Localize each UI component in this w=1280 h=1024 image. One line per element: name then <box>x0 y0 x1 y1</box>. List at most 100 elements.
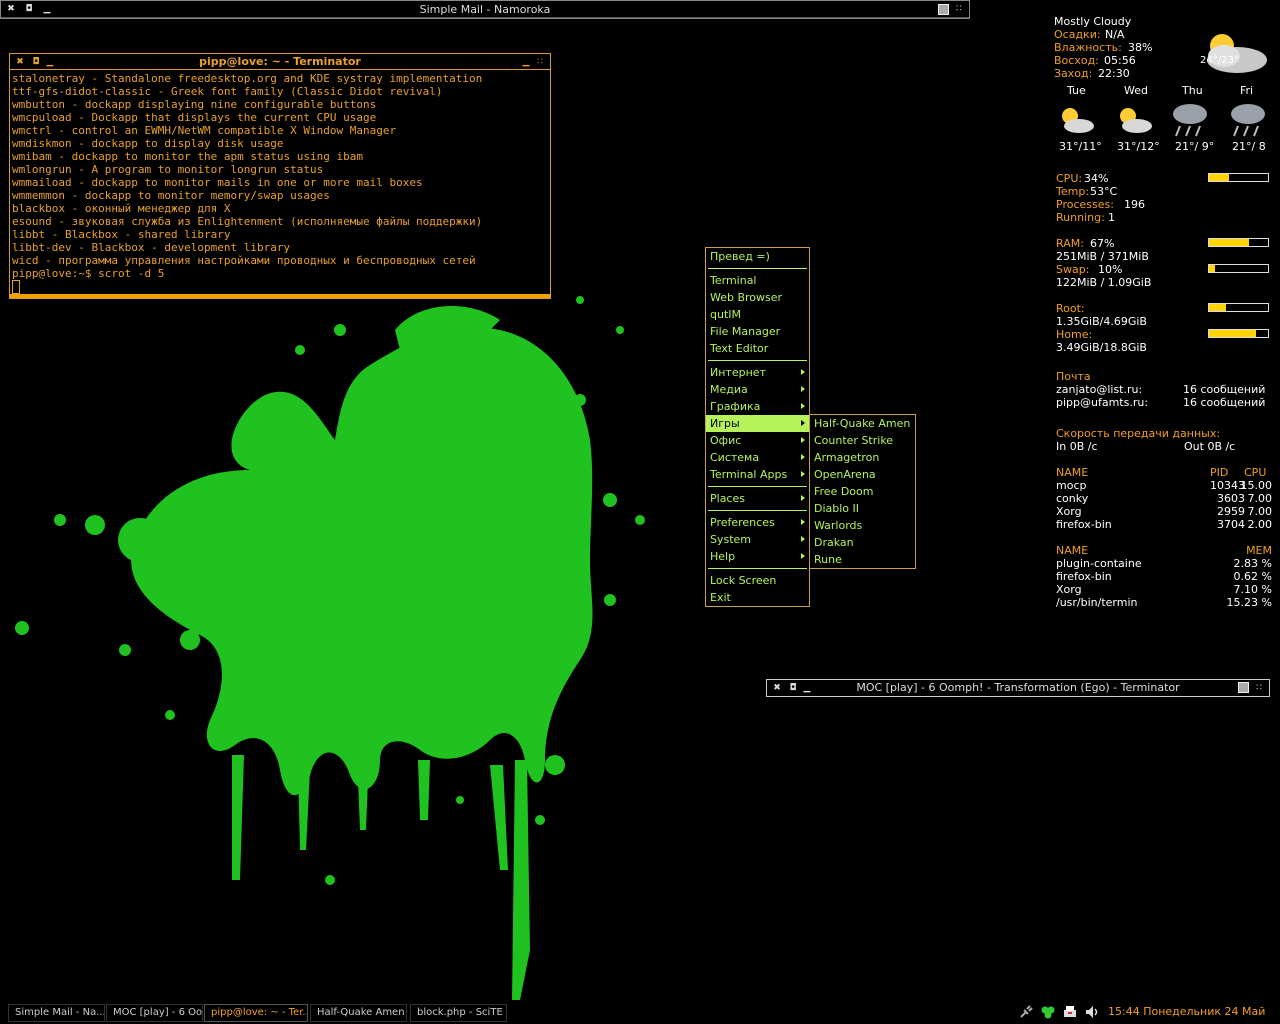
sunset-value: 22:30 <box>1098 67 1130 80</box>
running-label: Running: <box>1056 211 1105 224</box>
ram-bar-fill <box>1209 239 1249 246</box>
menu-item-text-editor[interactable]: Text Editor <box>706 340 809 357</box>
submenu-arrow-icon <box>801 536 805 542</box>
terminal-output[interactable]: stalonetray - Standalone freedesktop.org… <box>10 70 550 296</box>
top-cpu-name: firefox-bin <box>1056 518 1112 531</box>
menu-item-graphics[interactable]: Графика <box>706 398 809 415</box>
restore-icon[interactable]: ◘ <box>787 682 799 694</box>
task-button-moc[interactable]: MOC [play] - 6 Oo... <box>106 1004 203 1022</box>
moc-titlebar[interactable]: ✖ ◘ ▁ MOC [play] - 6 Oomph! - Transforma… <box>767 680 1269 696</box>
humidity-value: 38% <box>1128 41 1153 54</box>
menu-item-places[interactable]: Places <box>706 490 809 507</box>
menu-item-terminal-apps[interactable]: Terminal Apps <box>706 466 809 483</box>
home-bar-fill <box>1209 330 1257 337</box>
clover-icon[interactable] <box>1040 1004 1056 1020</box>
menu-item-lock-screen[interactable]: Lock Screen <box>706 572 809 589</box>
cpu-label: CPU: <box>1056 172 1083 185</box>
menu-item-game[interactable]: Armagetron <box>810 449 915 466</box>
submenu-arrow-icon <box>801 369 805 375</box>
grip-icon[interactable]: ∷ <box>534 56 546 68</box>
top-cpu-pid: 2959 <box>1217 505 1245 518</box>
forecast-temp: 21°/ 8 <box>1232 140 1266 153</box>
task-button-mail[interactable]: Simple Mail - Na... <box>8 1004 105 1022</box>
task-button-half-quake[interactable]: Half-Quake Amen <box>310 1004 407 1022</box>
task-button-scite[interactable]: block.php - SciTE <box>410 1004 507 1022</box>
menu-item-game[interactable]: Half-Quake Amen <box>810 415 915 432</box>
menu-item-label: Places <box>710 492 745 505</box>
menu-item-label: Система <box>710 451 760 464</box>
terminal-scrollbar[interactable] <box>10 294 550 298</box>
menu-item-help[interactable]: Help <box>706 548 809 565</box>
sunset-label: Заход: <box>1054 67 1093 80</box>
submenu-arrow-icon <box>801 403 805 409</box>
mail-window[interactable]: ✖ ◘ ▁ Simple Mail - Namoroka ∷ <box>0 0 970 19</box>
precip-label: Осадки: <box>1054 28 1101 41</box>
close-icon[interactable]: ✖ <box>5 3 17 15</box>
shade-icon[interactable] <box>938 4 949 15</box>
menu-item-game[interactable]: Warlords <box>810 517 915 534</box>
clock[interactable]: 15:44 Понедельник 24 Май <box>1108 1005 1265 1018</box>
top-cpu-value: 15.00 <box>1240 479 1273 492</box>
swap-bar <box>1208 264 1269 273</box>
terminal-cursor-line[interactable] <box>12 280 548 294</box>
home-detail: 3.49GiB/18.8GiB <box>1056 341 1147 354</box>
menu-item-internet[interactable]: Интернет <box>706 364 809 381</box>
processes-label: Processes: <box>1056 198 1114 211</box>
shade-icon[interactable] <box>1238 682 1249 693</box>
minimize-icon[interactable]: ▁ <box>41 3 53 15</box>
menu-item-preferences[interactable]: Preferences <box>706 514 809 531</box>
menu-item-game[interactable]: Counter Strike <box>810 432 915 449</box>
root-menu[interactable]: Превед =) Terminal Web Browser qutIM Fil… <box>705 247 810 607</box>
menu-item-game[interactable]: Diablo II <box>810 500 915 517</box>
menu-item-system[interactable]: System <box>706 531 809 548</box>
games-submenu[interactable]: Half-Quake Amen Counter Strike Armagetro… <box>809 414 916 569</box>
menu-item-label: Help <box>710 550 736 563</box>
restore-icon[interactable]: ◘ <box>23 3 35 15</box>
window-title: Simple Mail - Namoroka <box>419 2 551 16</box>
moc-window[interactable]: ✖ ◘ ▁ MOC [play] - 6 Oomph! - Transforma… <box>766 679 1270 697</box>
terminal-window[interactable]: ✖ ◘ ▁ pipp@love: ~ - Terminator ▁ ∷ stal… <box>9 53 551 299</box>
terminal-line: blackbox - оконный менеджер для X <box>12 202 231 215</box>
minimize-icon[interactable]: ▁ <box>801 682 813 694</box>
menu-item-game[interactable]: Free Doom <box>810 483 915 500</box>
top-mem-name: firefox-bin <box>1056 570 1112 583</box>
printer-icon[interactable] <box>1062 1004 1078 1020</box>
terminal-titlebar[interactable]: ✖ ◘ ▁ pipp@love: ~ - Terminator ▁ ∷ <box>10 54 550 70</box>
top-cpu-value: 2.00 <box>1247 518 1273 531</box>
menu-item-file-manager[interactable]: File Manager <box>706 323 809 340</box>
minimize-icon[interactable]: ▁ <box>44 56 56 68</box>
weather-condition: Mostly Cloudy <box>1054 15 1132 28</box>
menu-item-system-ru[interactable]: Система <box>706 449 809 466</box>
menu-item-web-browser[interactable]: Web Browser <box>706 289 809 306</box>
menu-item-terminal[interactable]: Terminal <box>706 272 809 289</box>
sunrise-label: Восход: <box>1054 54 1099 67</box>
menu-item-office[interactable]: Офис <box>706 432 809 449</box>
menu-item-media[interactable]: Медиа <box>706 381 809 398</box>
menu-item-label: Офис <box>710 434 742 447</box>
mail-count: 16 сообщений <box>1183 396 1266 409</box>
forecast-day: Tue <box>1067 84 1086 97</box>
shade-icon[interactable]: ▁ <box>520 56 532 68</box>
grip-icon[interactable]: ∷ <box>1253 682 1265 694</box>
network-plug-icon[interactable] <box>1018 1004 1034 1020</box>
menu-item-game[interactable]: OpenArena <box>810 466 915 483</box>
task-button-terminal[interactable]: pipp@love: ~ - Ter... <box>204 1004 308 1022</box>
menu-item-exit[interactable]: Exit <box>706 589 809 606</box>
terminal-line: wmlongrun - A program to monitor longrun… <box>12 163 324 176</box>
mail-account: zanjato@list.ru: <box>1056 383 1143 396</box>
menu-item-qutim[interactable]: qutIM <box>706 306 809 323</box>
menu-item-game[interactable]: Drakan <box>810 534 915 551</box>
volume-icon[interactable] <box>1084 1004 1100 1020</box>
grip-icon[interactable]: ∷ <box>953 3 965 15</box>
close-icon[interactable]: ✖ <box>14 56 26 68</box>
menu-item-label: Preferences <box>710 516 775 529</box>
swap-detail: 122MiB / 1.09GiB <box>1056 276 1152 289</box>
menu-item-game[interactable]: Rune <box>810 551 915 568</box>
mail-window-titlebar[interactable]: ✖ ◘ ▁ Simple Mail - Namoroka ∷ <box>1 1 969 18</box>
restore-icon[interactable]: ◘ <box>30 56 42 68</box>
menu-item-games[interactable]: Игры <box>706 415 809 432</box>
submenu-arrow-icon <box>801 553 805 559</box>
submenu-arrow-icon <box>801 386 805 392</box>
close-icon[interactable]: ✖ <box>771 682 783 694</box>
swap-label: Swap: <box>1056 263 1090 276</box>
